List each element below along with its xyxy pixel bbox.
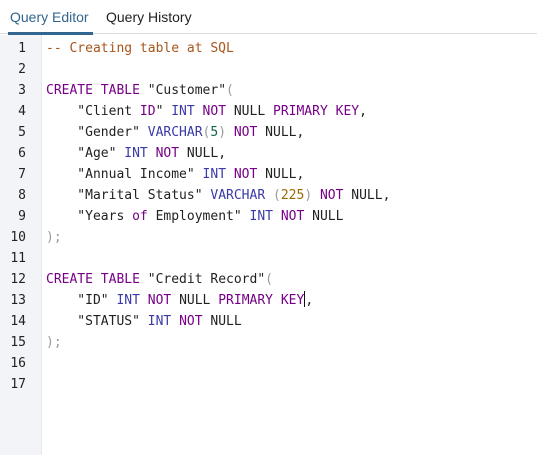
- code-token-paren: (: [226, 83, 234, 98]
- sql-editor[interactable]: 1 2 3 4 5 6 7 8 9 10 11 12 13 14 15 16 17 -- Creating ta…: [0, 35, 537, 455]
- line-number: 13: [10, 293, 26, 308]
- tab-query-editor[interactable]: Query Editor: [8, 0, 93, 35]
- line-number: 7: [18, 167, 26, 182]
- line-number: 10: [10, 230, 26, 245]
- code-token-keyword: NOT: [155, 146, 180, 161]
- code-token-type: INT: [249, 209, 273, 224]
- query-tool-panel: Query Editor Query History 1 2 3 4 5 6 7 8 9 10 11…: [0, 0, 537, 455]
- code-token-plain: NULL: [171, 293, 219, 308]
- tab-query-history[interactable]: Query History: [106, 0, 192, 34]
- code-token-plain: NULL,: [257, 125, 305, 140]
- code-line[interactable]: "Years of Employment" INT NOT NULL: [46, 206, 343, 227]
- code-token-type: VARCHAR: [210, 188, 266, 203]
- code-token-paren: ): [304, 188, 313, 203]
- code-line[interactable]: );: [46, 332, 62, 353]
- code-token-keyword: CREATE TABLE: [46, 272, 140, 287]
- line-number: 16: [10, 356, 26, 371]
- code-line[interactable]: -- Creating table at SQL: [46, 38, 234, 59]
- code-line[interactable]: "Client ID" INT NOT NULL PRIMARY KEY,: [46, 101, 367, 122]
- code-token-plain: ,: [359, 104, 367, 119]
- code-token-keyword: PRIMARY KEY: [273, 104, 360, 119]
- code-token-keyword: NOT: [233, 125, 258, 140]
- code-token-paren: (: [265, 272, 273, 287]
- code-token-keyword: PRIMARY KEY: [218, 293, 305, 308]
- code-token-plain: NULL,: [179, 146, 227, 161]
- tab-bar: Query Editor Query History: [0, 0, 537, 35]
- code-line[interactable]: "Marital Status" VARCHAR (225) NOT NULL,: [46, 185, 390, 206]
- code-token-plain: NULL,: [343, 188, 391, 203]
- code-token-keyword: NOT: [319, 188, 344, 203]
- code-token-plain: "Years: [46, 209, 133, 224]
- code-token-plain: "Gender": [46, 125, 148, 140]
- line-number: 15: [10, 335, 26, 350]
- code-token-plain: "Annual Income": [46, 167, 203, 182]
- code-token-paren: );: [46, 335, 62, 350]
- code-token-plain: "Marital Status": [46, 188, 211, 203]
- code-token-plain: Employment": [147, 209, 250, 224]
- code-line[interactable]: "Gender" VARCHAR(5) NOT NULL,: [46, 122, 304, 143]
- code-token-keyword: NOT: [202, 104, 227, 119]
- code-token-plain: "Credit Record": [139, 272, 266, 287]
- code-token-type: VARCHAR: [147, 125, 203, 140]
- code-token-plain: ,: [305, 293, 314, 308]
- code-line[interactable]: CREATE TABLE "Credit Record"(: [46, 269, 273, 290]
- code-token-type: INT: [124, 146, 148, 161]
- code-token-plain: "Client: [46, 104, 140, 119]
- code-token-keyword: of: [132, 209, 148, 224]
- code-token-plain: "Customer": [139, 83, 227, 98]
- line-number: 11: [10, 251, 26, 266]
- line-number: 2: [18, 62, 26, 77]
- code-token-type: INT: [147, 314, 172, 329]
- code-token-keyword: CREATE TABLE: [46, 83, 140, 98]
- code-token-plain: "ID": [46, 293, 117, 308]
- code-line[interactable]: "Annual Income" INT NOT NULL,: [46, 164, 304, 185]
- line-number: 9: [18, 209, 26, 224]
- code-token-keyword: NOT: [280, 209, 305, 224]
- code-token-type: INT: [116, 293, 140, 308]
- code-token-plain: "Age": [46, 146, 125, 161]
- code-token-plain: NULL: [226, 104, 273, 119]
- code-token-keyword: NOT: [147, 293, 172, 308]
- code-line[interactable]: "STATUS" INT NOT NULL: [46, 311, 242, 332]
- code-token-comment: -- Creating table at SQL: [46, 41, 234, 56]
- code-token-plain: NULL: [202, 314, 242, 329]
- code-token-plain: ": [155, 104, 172, 119]
- line-number: 17: [10, 377, 26, 392]
- code-token-paren: );: [46, 230, 62, 245]
- code-line[interactable]: "ID" INT NOT NULL PRIMARY KEY,: [46, 290, 313, 311]
- code-line[interactable]: "Age" INT NOT NULL,: [46, 143, 226, 164]
- line-number: 1: [18, 41, 26, 56]
- code-token-type: INT: [171, 104, 195, 119]
- line-number: 4: [18, 104, 26, 119]
- line-number: 12: [10, 272, 26, 287]
- line-number: 6: [18, 146, 26, 161]
- line-number-gutter: 1 2 3 4 5 6 7 8 9 10 11 12 13 14 15 16 17: [0, 35, 42, 455]
- code-token-paren: ): [218, 125, 227, 140]
- code-token-plain: NULL: [304, 209, 344, 224]
- code-line[interactable]: CREATE TABLE "Customer"(: [46, 80, 234, 101]
- code-token-type: INT: [202, 167, 227, 182]
- line-number: 8: [18, 188, 26, 203]
- code-token-paren: (: [265, 188, 281, 203]
- code-token-number-amber: 225: [280, 188, 305, 203]
- code-line[interactable]: );: [46, 227, 62, 248]
- line-number: 5: [18, 125, 26, 140]
- line-number: 14: [10, 314, 26, 329]
- code-token-keyword: NOT: [233, 167, 258, 182]
- code-token-plain: NULL,: [257, 167, 305, 182]
- code-token-keyword: ID: [139, 104, 156, 119]
- code-token-keyword: NOT: [179, 314, 203, 329]
- line-number: 3: [18, 83, 26, 98]
- code-token-plain: "STATUS": [46, 314, 148, 329]
